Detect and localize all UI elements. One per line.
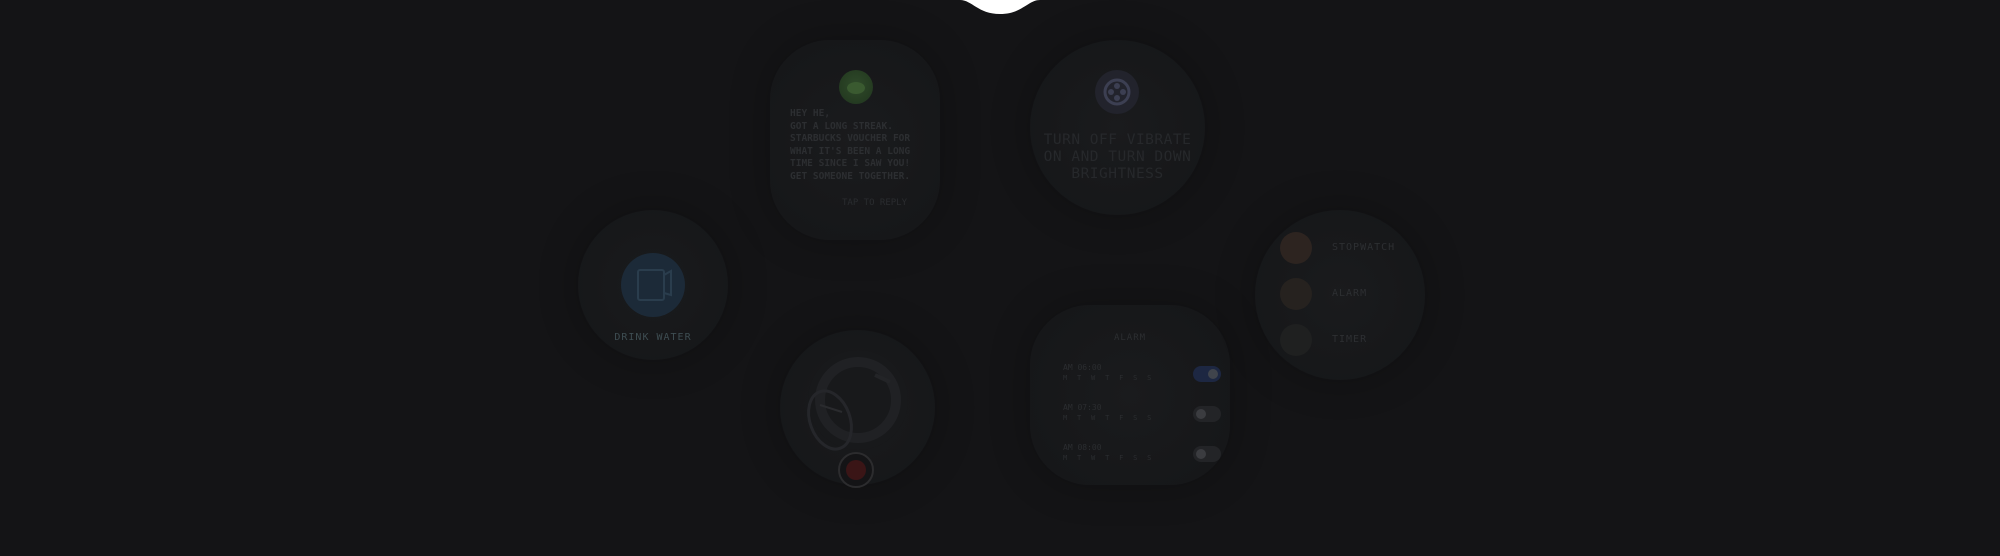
stopwatch-icon	[1280, 232, 1312, 264]
menu-item-label: ALARM	[1332, 288, 1368, 299]
alarm-days: M T W T F S S	[1063, 454, 1155, 462]
drink-water-watch[interactable]: DRINK WATER	[578, 210, 728, 360]
alarm-row[interactable]: AM 06:00 M T W T F S S	[1063, 363, 1221, 393]
menu-item-timer[interactable]: TIMER	[1280, 324, 1420, 358]
menu-item-stopwatch[interactable]: STOPWATCH	[1280, 232, 1420, 266]
camera-watch[interactable]	[780, 330, 935, 488]
toggle-knob	[1196, 449, 1206, 459]
toggle-knob	[1208, 369, 1218, 379]
alarm-toggle[interactable]	[1193, 366, 1221, 382]
timer-icon	[1280, 324, 1312, 356]
alarm-days: M T W T F S S	[1063, 374, 1155, 382]
menu-item-label: TIMER	[1332, 334, 1368, 345]
drink-water-label: DRINK WATER	[614, 332, 692, 343]
record-button[interactable]	[838, 452, 874, 488]
menu-item-label: STOPWATCH	[1332, 242, 1396, 253]
power-saving-watch[interactable]: TURN OFF VIBRATE ON AND TURN DOWN BRIGHT…	[1030, 40, 1205, 215]
alarm-icon	[1280, 278, 1312, 310]
alarm-toggle[interactable]	[1193, 446, 1221, 462]
alarm-row[interactable]: AM 07:30 M T W T F S S	[1063, 403, 1221, 433]
alarm-time: AM 07:30	[1063, 403, 1102, 412]
record-icon	[846, 460, 866, 480]
message-text: HEY HE, GOT A LONG STREAK. STARBUCKS VOU…	[790, 108, 911, 182]
toggle-knob	[1196, 409, 1206, 419]
menu-item-alarm[interactable]: ALARM	[1280, 278, 1420, 312]
film-reel-icon	[1095, 70, 1139, 114]
alarm-watch[interactable]: ALARM AM 06:00 M T W T F S S AM 07:30 M …	[1030, 305, 1230, 485]
alarm-toggle[interactable]	[1193, 406, 1221, 422]
cup-icon	[637, 269, 672, 301]
coffee-icon	[839, 70, 873, 104]
message-watch[interactable]: HEY HE, GOT A LONG STREAK. STARBUCKS VOU…	[770, 40, 940, 240]
water-reminder-badge	[621, 253, 685, 317]
alarm-time: AM 08:00	[1063, 443, 1102, 452]
top-notch	[960, 0, 1040, 14]
power-saving-text: TURN OFF VIBRATE ON AND TURN DOWN BRIGHT…	[1043, 132, 1192, 182]
menu-watch[interactable]: STOPWATCH ALARM TIMER	[1255, 210, 1425, 380]
alarm-row[interactable]: AM 08:00 M T W T F S S	[1063, 443, 1221, 473]
reply-link[interactable]: TAP TO REPLY	[842, 198, 907, 208]
alarm-days: M T W T F S S	[1063, 414, 1155, 422]
alarm-time: AM 06:00	[1063, 363, 1102, 372]
alarm-title: ALARM	[1113, 333, 1147, 343]
